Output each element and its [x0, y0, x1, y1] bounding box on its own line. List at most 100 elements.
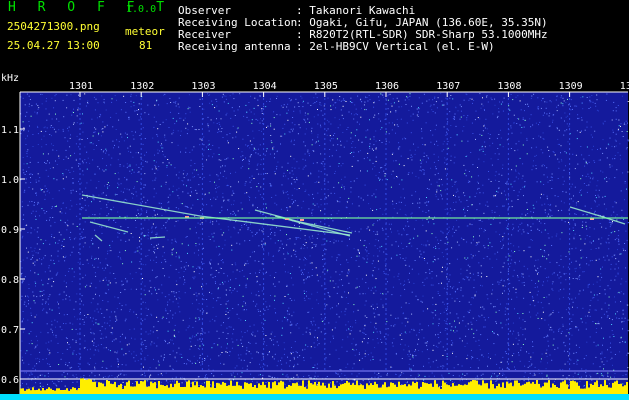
activity-bar [598, 386, 600, 394]
activity-bar [418, 388, 420, 394]
activity-bar [308, 380, 310, 394]
activity-bar [306, 388, 308, 394]
activity-bar [432, 386, 434, 394]
activity-bar [390, 382, 392, 394]
activity-bar [40, 390, 42, 394]
activity-bar [470, 381, 472, 394]
activity-bar [120, 383, 122, 394]
activity-bar [572, 380, 574, 394]
activity-bar [146, 386, 148, 394]
activity-bar [346, 380, 348, 394]
activity-bar [564, 380, 566, 394]
activity-bar [88, 378, 90, 394]
activity-bar [454, 385, 456, 394]
y-tick-label: 1.1 [1, 125, 19, 136]
activity-bar [570, 380, 572, 394]
activity-bar [400, 385, 402, 394]
activity-bar [516, 380, 518, 394]
activity-bar [386, 387, 388, 394]
activity-bar [180, 387, 182, 394]
activity-bar [524, 383, 526, 394]
activity-bar [36, 389, 38, 394]
activity-bar [258, 383, 260, 394]
activity-bar [238, 385, 240, 394]
activity-bar [32, 387, 34, 394]
activity-bar [164, 386, 166, 394]
activity-bar [190, 387, 192, 394]
activity-bar [108, 381, 110, 394]
activity-bar [56, 388, 58, 394]
activity-bar [608, 387, 610, 394]
activity-bar [342, 383, 344, 394]
x-tick-label: 1306 [375, 81, 399, 92]
activity-bar [198, 387, 200, 394]
activity-bar [502, 382, 504, 394]
activity-bar [222, 381, 224, 394]
activity-bar [422, 382, 424, 394]
activity-bar [488, 388, 490, 394]
activity-bar [536, 380, 538, 394]
activity-bar [28, 388, 30, 394]
activity-bar [364, 388, 366, 394]
y-tick-label: 0.6 [1, 375, 19, 386]
activity-bar [336, 388, 338, 394]
activity-bar [42, 388, 44, 394]
activity-bar [366, 383, 368, 394]
activity-bar [398, 381, 400, 394]
activity-bar [558, 387, 560, 394]
activity-bar [76, 390, 78, 394]
activity-bar [438, 387, 440, 394]
spectrogram: 1301 1302 1303 1304 1305 1306 1307 1308 1309 1310… [0, 73, 629, 400]
activity-bar [58, 388, 60, 394]
activity-bar [98, 382, 100, 394]
activity-bar [624, 385, 626, 394]
activity-bar [520, 385, 522, 394]
app-version: 1.0.0 [126, 4, 157, 15]
activity-bar [196, 381, 198, 394]
x-tick-label: 1301 [69, 81, 93, 92]
activity-bar [326, 387, 328, 394]
activity-bar [314, 382, 316, 394]
activity-bar [532, 381, 534, 394]
activity-bar [318, 381, 320, 394]
activity-bar [352, 383, 354, 394]
activity-bar [102, 383, 104, 394]
activity-bar [448, 385, 450, 394]
activity-bar [396, 386, 398, 394]
activity-bar [556, 387, 558, 394]
activity-bar [166, 385, 168, 394]
activity-bar [170, 383, 172, 394]
activity-bar [526, 382, 528, 394]
x-tick-label: 1310 [620, 81, 629, 92]
y-tick-label: 0.7 [1, 325, 19, 336]
activity-bar [236, 381, 238, 394]
activity-bar [370, 383, 372, 394]
activity-bar [270, 388, 272, 394]
activity-bar [226, 385, 228, 394]
activity-bar [192, 381, 194, 394]
activity-bar [204, 387, 206, 394]
activity-bar [424, 382, 426, 394]
activity-bar [216, 382, 218, 394]
activity-bar [316, 385, 318, 394]
activity-bar [538, 383, 540, 394]
echo-hotspot [300, 219, 304, 221]
activity-bar [90, 379, 92, 394]
activity-bar [274, 381, 276, 394]
activity-bar [232, 385, 234, 394]
activity-bar [560, 382, 562, 394]
activity-bar [434, 380, 436, 394]
activity-bar [330, 387, 332, 394]
activity-bar [106, 380, 108, 394]
detection-label: meteor [125, 25, 165, 38]
activity-bar [530, 383, 532, 394]
activity-bar [426, 383, 428, 394]
activity-bar [620, 383, 622, 394]
activity-bar [82, 378, 84, 394]
activity-bar [534, 383, 536, 394]
activity-bar [430, 383, 432, 394]
activity-bar [428, 384, 430, 394]
activity-bar [500, 387, 502, 394]
activity-bar [580, 388, 582, 394]
activity-bar [414, 383, 416, 394]
